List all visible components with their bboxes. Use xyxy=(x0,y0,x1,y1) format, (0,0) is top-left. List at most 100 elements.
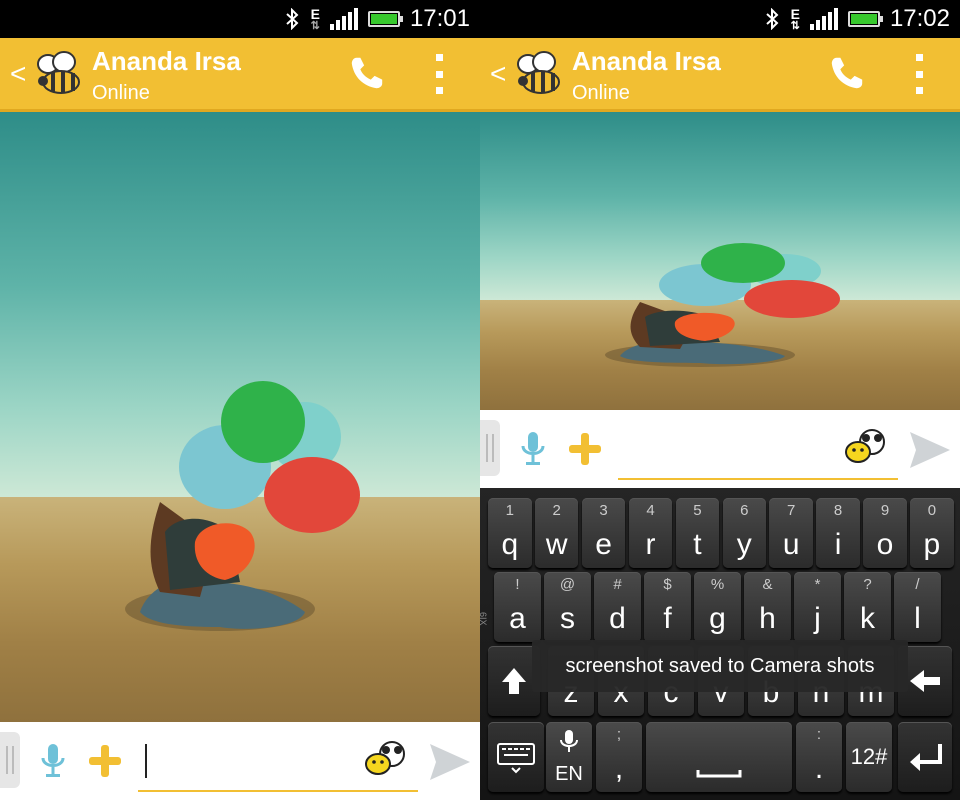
key-label: t xyxy=(693,528,702,561)
key-hint: 9 xyxy=(880,502,890,519)
key-hint: 6 xyxy=(740,502,749,519)
key-hint: ! xyxy=(515,576,520,593)
battery-icon xyxy=(367,11,403,27)
shared-photo[interactable] xyxy=(0,112,480,722)
key-label: . xyxy=(814,752,824,785)
key-hint: @ xyxy=(559,576,576,593)
status-bar: E ⇅ 17:02 xyxy=(480,0,960,38)
key-label: g xyxy=(709,602,726,635)
space-key[interactable] xyxy=(646,722,792,792)
add-attachment-icon[interactable] xyxy=(568,432,602,466)
key-hint: : xyxy=(816,726,822,743)
key-o[interactable]: 9o xyxy=(863,498,907,568)
language-key[interactable]: EN xyxy=(546,722,592,792)
shared-photo[interactable] xyxy=(480,112,960,410)
key-r[interactable]: 4r xyxy=(628,498,673,568)
key-label: a xyxy=(509,602,526,635)
bee-avatar-icon[interactable] xyxy=(34,48,84,98)
key-j[interactable]: * j xyxy=(794,572,841,642)
drawer-handle[interactable] xyxy=(480,420,500,476)
key-hint: 3 xyxy=(599,502,608,519)
key-hint: 2 xyxy=(552,502,561,519)
key-s[interactable]: @ s xyxy=(544,572,591,642)
key-i[interactable]: 8i xyxy=(816,498,860,568)
sticker-icon[interactable] xyxy=(844,428,888,464)
key-q[interactable]: 1q xyxy=(488,498,532,568)
key-t[interactable]: 5t xyxy=(675,498,720,568)
key-label: k xyxy=(860,602,875,635)
key-hint: 0 xyxy=(927,502,937,519)
balloon-girl-image xyxy=(605,243,840,367)
key-e[interactable]: 3e xyxy=(581,498,626,568)
balloon-girl-image xyxy=(125,381,360,631)
key-label: h xyxy=(759,602,776,635)
text-cursor xyxy=(145,744,147,778)
left-screen: E ⇅ 17:01 < Ananda Irsa Online xyxy=(0,0,480,800)
key-hint: ? xyxy=(863,576,872,593)
key-label: e xyxy=(595,528,612,561)
back-icon[interactable]: < xyxy=(490,60,506,88)
drawer-handle[interactable] xyxy=(0,732,20,788)
signal-icon xyxy=(809,8,838,30)
comma-key[interactable]: ;, xyxy=(596,722,642,792)
key-a[interactable]: ! a xyxy=(494,572,541,642)
keyboard-icon xyxy=(497,743,535,774)
key-p[interactable]: 0p xyxy=(910,498,954,568)
key-hint: ; xyxy=(616,726,622,743)
key-d[interactable]: # d xyxy=(594,572,641,642)
enter-icon xyxy=(910,744,942,771)
key-w[interactable]: 2w xyxy=(534,498,579,568)
send-icon[interactable] xyxy=(908,430,952,470)
enter-key[interactable] xyxy=(898,722,952,792)
key-hint: 1 xyxy=(505,502,514,519)
key-label: u xyxy=(782,528,800,561)
key-label: r xyxy=(645,528,656,561)
bluetooth-icon xyxy=(285,8,299,30)
key-l[interactable]: / l xyxy=(894,572,941,642)
signal-icon xyxy=(329,8,358,30)
key-u[interactable]: 7u xyxy=(769,498,813,568)
sticker-icon[interactable] xyxy=(364,740,408,776)
key-hint: * xyxy=(814,576,821,593)
send-icon[interactable] xyxy=(428,742,472,782)
key-h[interactable]: & h xyxy=(744,572,791,642)
key-label: EN xyxy=(555,763,583,785)
key-label: 12# xyxy=(850,744,888,769)
key-label: s xyxy=(560,602,575,635)
add-attachment-icon[interactable] xyxy=(88,744,122,778)
keyboard-side-label: 6IX xyxy=(478,612,488,626)
message-composer xyxy=(0,722,480,800)
period-key[interactable]: :. xyxy=(796,722,842,792)
network-type-icon: E ⇅ xyxy=(790,5,800,32)
keyboard-settings-key[interactable] xyxy=(488,722,544,792)
bee-avatar-icon[interactable] xyxy=(514,48,564,98)
key-g[interactable]: % g xyxy=(694,572,741,642)
key-hint: & xyxy=(762,576,773,593)
microphone-icon[interactable] xyxy=(40,742,66,780)
back-icon[interactable]: < xyxy=(10,60,26,88)
key-hint: / xyxy=(915,576,920,593)
key-hint: 7 xyxy=(787,502,796,519)
contact-name[interactable]: Ananda Irsa xyxy=(572,46,721,77)
chat-header: < Ananda Irsa Online xyxy=(0,38,480,112)
voice-input-icon xyxy=(546,724,592,759)
key-hint: $ xyxy=(663,576,672,593)
symbols-key[interactable]: 12# xyxy=(846,722,892,792)
key-hint: % xyxy=(710,576,725,593)
contact-name[interactable]: Ananda Irsa xyxy=(92,46,241,77)
key-label: d xyxy=(609,602,626,635)
battery-icon xyxy=(847,11,883,27)
key-f[interactable]: $ f xyxy=(644,572,691,642)
phone-icon[interactable] xyxy=(828,54,866,92)
more-options-icon[interactable] xyxy=(432,54,446,94)
message-composer xyxy=(480,410,960,488)
phone-icon[interactable] xyxy=(348,54,386,92)
key-label: p xyxy=(923,528,941,561)
key-y[interactable]: 6y xyxy=(722,498,767,568)
key-k[interactable]: ? k xyxy=(844,572,891,642)
more-options-icon[interactable] xyxy=(912,54,926,94)
bluetooth-icon xyxy=(765,8,779,30)
key-label: j xyxy=(814,602,821,635)
microphone-icon[interactable] xyxy=(520,430,546,468)
network-type-icon: E ⇅ xyxy=(310,5,320,32)
